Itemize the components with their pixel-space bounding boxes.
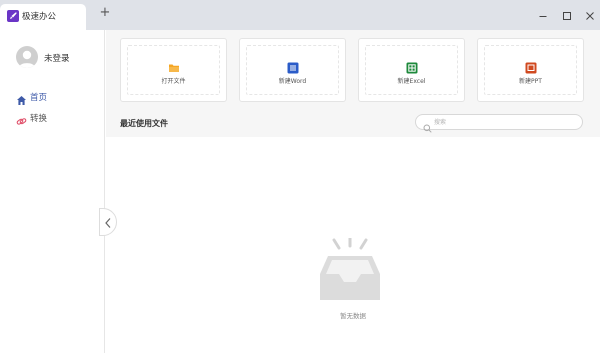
search-input[interactable] bbox=[434, 116, 574, 128]
sidebar-item-label: 转换 bbox=[30, 114, 48, 124]
tab-home[interactable]: 极速办公 bbox=[0, 4, 86, 30]
card-label: 新建Excel bbox=[397, 78, 426, 85]
card-label: 新建PPT bbox=[519, 78, 542, 85]
empty-inbox-icon bbox=[316, 236, 384, 300]
ppt-icon bbox=[525, 59, 537, 74]
empty-state-text: 暂无数据 bbox=[340, 312, 366, 320]
new-excel-card[interactable]: 新建Excel bbox=[358, 38, 465, 102]
word-icon bbox=[287, 59, 299, 74]
close-icon[interactable] bbox=[583, 8, 597, 22]
sidebar-item-label: 首页 bbox=[30, 93, 48, 103]
search-box[interactable] bbox=[415, 114, 583, 133]
main-panel: 打开文件 新建Word 新建Excel 新建PPT 最近使用文件 搜索 暂无数据 bbox=[106, 30, 600, 353]
avatar[interactable] bbox=[16, 46, 38, 68]
card-label: 新建Word bbox=[278, 78, 307, 85]
folder-icon bbox=[168, 59, 180, 72]
recent-files-title: 最近使用文件 bbox=[120, 119, 168, 128]
tab-title: 极速办公 bbox=[22, 12, 57, 22]
convert-icon bbox=[16, 112, 27, 125]
open-file-card[interactable]: 打开文件 bbox=[120, 38, 227, 102]
login-status[interactable]: 未登录 bbox=[44, 52, 70, 64]
title-bar: 极速办公 + bbox=[0, 0, 600, 30]
maximize-icon[interactable] bbox=[560, 8, 574, 22]
excel-icon bbox=[406, 59, 418, 74]
recent-files-list: 暂无数据 bbox=[106, 137, 600, 353]
new-ppt-card[interactable]: 新建PPT bbox=[477, 38, 584, 102]
search-icon bbox=[423, 118, 432, 133]
chevron-left-icon bbox=[105, 218, 111, 228]
new-tab-button[interactable]: + bbox=[98, 6, 112, 20]
sidebar-item-convert[interactable]: 转换 bbox=[14, 111, 94, 125]
home-icon bbox=[16, 91, 27, 105]
minimize-icon[interactable] bbox=[536, 8, 550, 22]
sidebar: 未登录 首页 转换 bbox=[0, 30, 105, 353]
card-label: 打开文件 bbox=[161, 78, 186, 85]
sidebar-item-home[interactable]: 首页 bbox=[14, 90, 94, 105]
rocket-icon bbox=[7, 10, 19, 22]
new-word-card[interactable]: 新建Word bbox=[239, 38, 346, 102]
